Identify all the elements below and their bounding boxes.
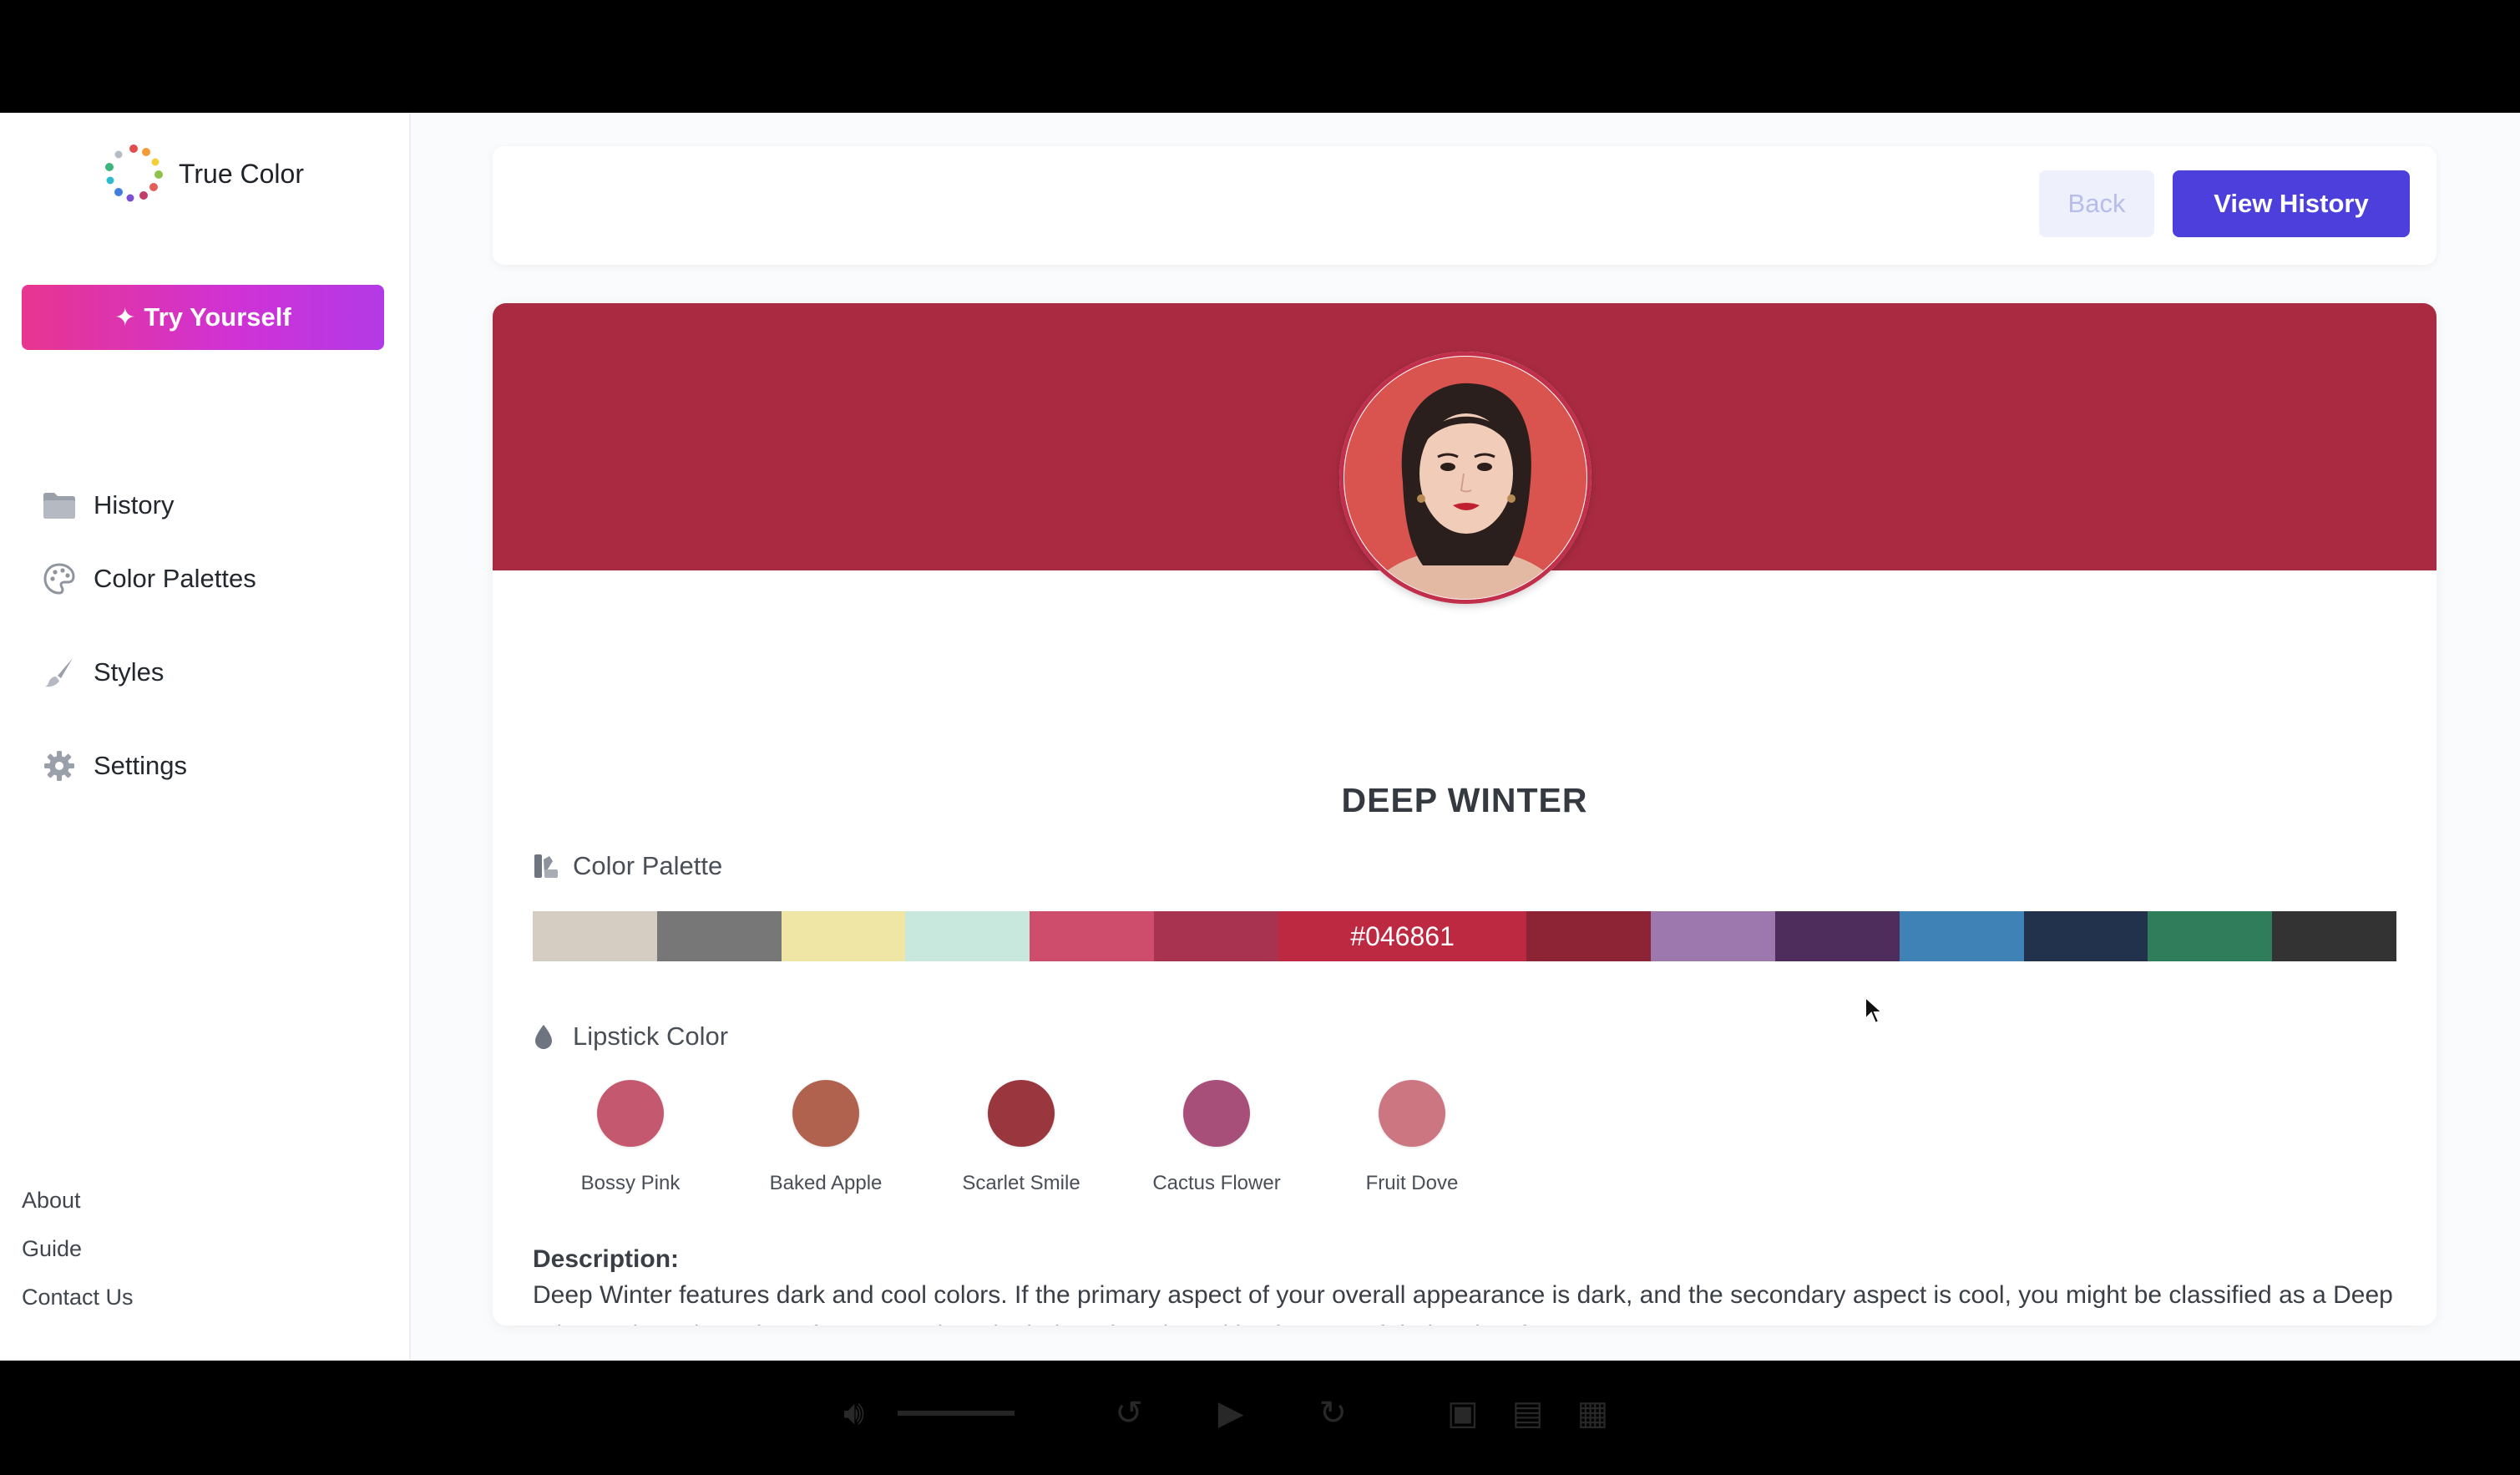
sidebar-item-styles[interactable]: Styles <box>40 626 391 719</box>
lipstick-name: Bossy Pink <box>580 1172 681 1194</box>
contact-us-link[interactable]: Contact Us <box>22 1285 134 1333</box>
color-palette-heading: Color Palette <box>533 851 722 881</box>
sparkle-icon: ✦ <box>114 303 136 332</box>
lipstick-swatch <box>597 1080 664 1147</box>
palette-swatch[interactable] <box>1651 911 1775 961</box>
pip-icon[interactable]: ▣ <box>1447 1394 1479 1432</box>
footer-links: About Guide Contact Us <box>22 1188 134 1333</box>
lipstick-item[interactable]: Bossy Pink <box>533 1080 728 1195</box>
lipstick-name: Scarlet Smile <box>962 1172 1080 1194</box>
sidebar-item-settings[interactable]: Settings <box>40 719 391 813</box>
lipstick-item[interactable]: Cactus Flower <box>1119 1080 1314 1195</box>
top-bar: Back View History <box>493 146 2437 265</box>
palette-swatch[interactable] <box>2023 911 2148 961</box>
palette-icon <box>40 560 78 598</box>
lipstick-item[interactable]: Scarlet Smile <box>923 1080 1119 1195</box>
palette-swatch[interactable] <box>1899 911 2024 961</box>
palette-swatch[interactable] <box>1153 911 1278 961</box>
sidebar-item-history[interactable]: History <box>40 479 391 532</box>
lipstick-swatch <box>792 1080 859 1147</box>
about-link[interactable]: About <box>22 1188 134 1236</box>
folder-icon <box>40 486 78 525</box>
description-title: Description: <box>533 1245 680 1273</box>
lipstick-name: Cactus Flower <box>1152 1172 1281 1194</box>
lipstick-list: Bossy Pink Baked Apple Scarlet Smile Cactus… <box>533 1080 1510 1195</box>
palette-swatch[interactable] <box>1526 911 1652 961</box>
palette-swatch[interactable] <box>905 911 1030 961</box>
screen-icon[interactable]: ▤ <box>1512 1394 1544 1432</box>
guide-link[interactable]: Guide <box>22 1236 134 1285</box>
view-history-button[interactable]: View History <box>2173 170 2410 237</box>
lipstick-item[interactable]: Fruit Dove <box>1314 1080 1510 1195</box>
swatch-book-icon <box>533 852 561 880</box>
logo-icon <box>105 144 163 202</box>
try-yourself-label: Try Yourself <box>144 302 291 332</box>
sidebar-item-label: Styles <box>94 657 164 687</box>
volume-icon[interactable]: 🔊︎ <box>843 1395 864 1432</box>
palette-swatch[interactable] <box>1774 911 1900 961</box>
brand[interactable]: True Color <box>100 138 304 210</box>
swatch-hex-label: #046861 <box>1350 920 1455 951</box>
description-text: Deep Winter features dark and cool color… <box>533 1281 2393 1325</box>
app-name: True Color <box>179 158 304 189</box>
avatar <box>1339 352 1591 604</box>
mouse-cursor-icon <box>1865 996 1884 1025</box>
speed-icon[interactable]: ▦ <box>1577 1394 1609 1432</box>
lipstick-swatch <box>1183 1080 1250 1147</box>
color-palette-bar: #046861 <box>533 911 2396 961</box>
lipstick-swatch <box>988 1080 1055 1147</box>
lipstick-swatch <box>1379 1080 1445 1147</box>
try-yourself-button[interactable]: ✦ Try Yourself <box>22 285 384 350</box>
forward-icon[interactable]: ↻ <box>1318 1394 1347 1432</box>
video-controls: 🔊︎ ↺ ▶ ↻ ▣ ▤ ▦ <box>843 1394 1608 1432</box>
drop-icon <box>533 1022 561 1051</box>
brush-icon <box>40 653 78 692</box>
palette-swatch[interactable] <box>1030 911 1154 961</box>
result-card: DEEP WINTER Color Palette #046861 Lipsti… <box>493 303 2437 1325</box>
sidebar-item-label: Color Palettes <box>94 564 256 593</box>
palette-swatch[interactable] <box>2272 911 2396 961</box>
sidebar-nav: History Color Palettes Styles Settings <box>40 490 391 813</box>
lipstick-item[interactable]: Baked Apple <box>728 1080 923 1195</box>
season-title: DEEP WINTER <box>1341 781 1588 819</box>
back-button[interactable]: Back <box>2039 170 2154 237</box>
play-icon[interactable]: ▶ <box>1218 1394 1244 1432</box>
color-palette-label: Color Palette <box>573 851 723 880</box>
palette-swatch[interactable] <box>2148 911 2273 961</box>
sidebar-item-label: Settings <box>94 751 188 780</box>
gear-icon <box>40 747 78 785</box>
lipstick-name: Baked Apple <box>769 1172 883 1194</box>
lipstick-name: Fruit Dove <box>1365 1172 1459 1194</box>
palette-swatch[interactable] <box>533 911 657 961</box>
sidebar: True Color ✦ Try Yourself History Color … <box>0 113 411 1361</box>
lipstick-color-heading: Lipstick Color <box>533 1021 728 1052</box>
lipstick-color-label: Lipstick Color <box>573 1021 729 1051</box>
sidebar-item-color-palettes[interactable]: Color Palettes <box>40 532 391 626</box>
sidebar-item-label: History <box>94 490 175 520</box>
volume-slider[interactable] <box>898 1411 1015 1416</box>
rewind-icon[interactable]: ↺ <box>1115 1394 1143 1432</box>
palette-swatch[interactable] <box>781 911 906 961</box>
video-controls-bar: 🔊︎ ↺ ▶ ↻ ▣ ▤ ▦ <box>0 1361 2520 1475</box>
palette-swatch[interactable]: #046861 <box>1278 911 1527 961</box>
palette-swatch[interactable] <box>656 911 782 961</box>
app-window: True Color ✦ Try Yourself History Color … <box>0 113 2520 1361</box>
portrait-image <box>1344 357 1586 599</box>
